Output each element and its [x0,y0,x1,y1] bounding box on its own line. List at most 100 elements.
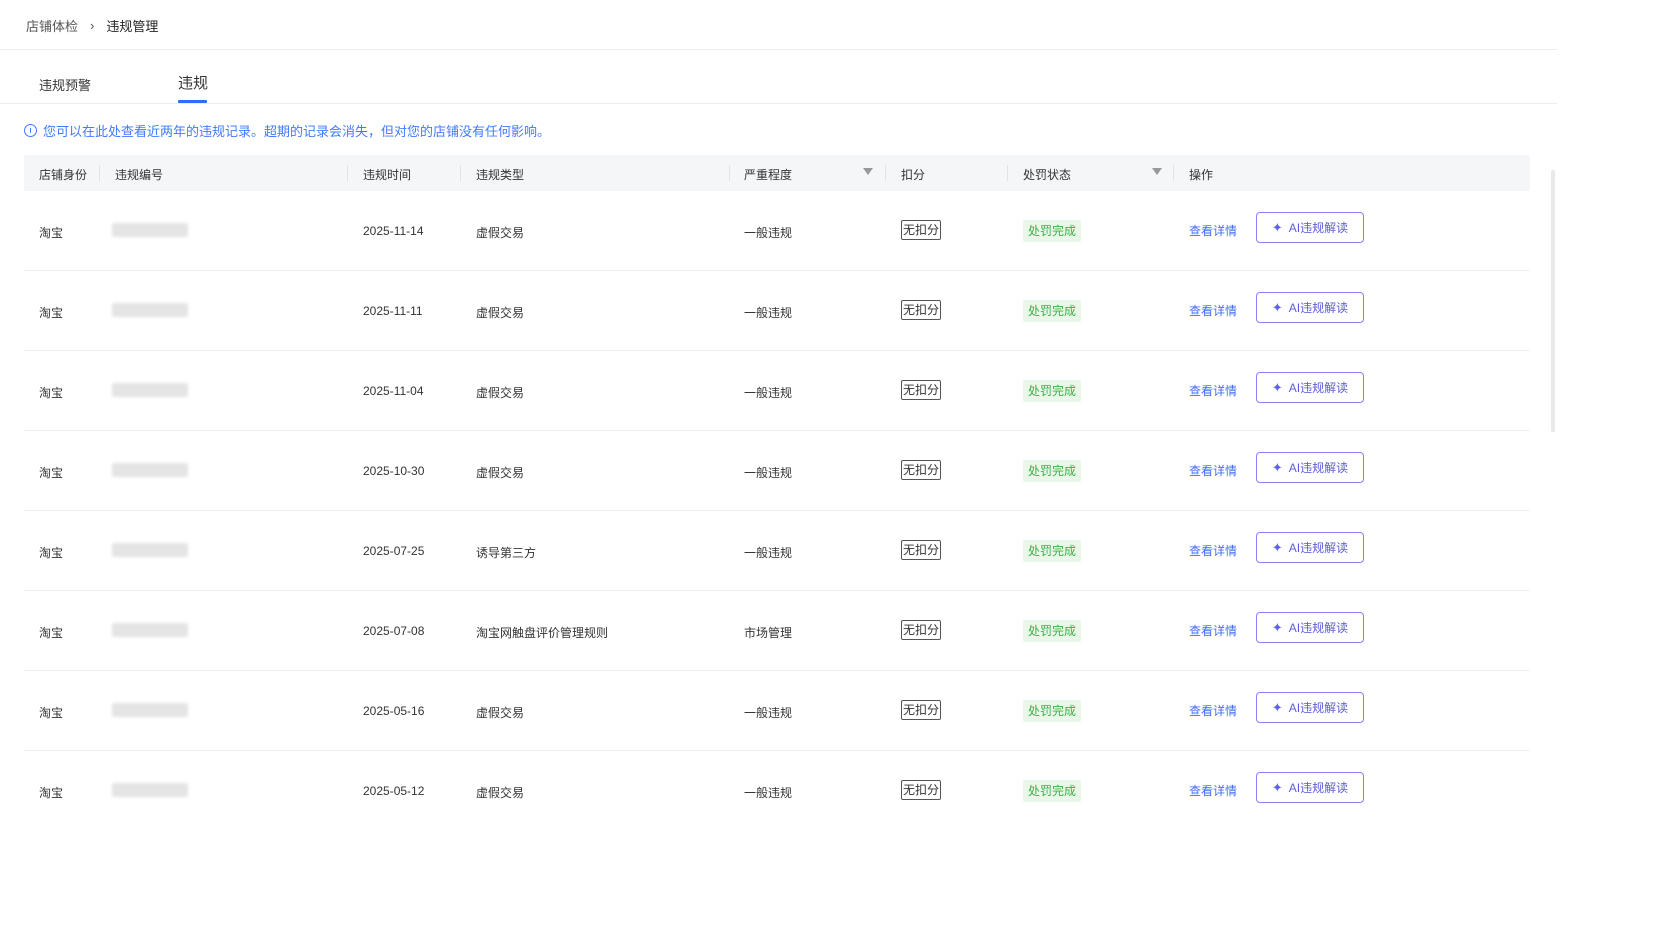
header-code: 违规编号 [115,168,164,182]
cell-time: 2025-07-08 [363,624,425,638]
ai-interpret-button[interactable]: ✦ AI违规解读 [1256,452,1364,483]
cell-type: 虚假交易 [476,386,525,400]
cell-severity: 一般违规 [744,706,793,720]
cell-type: 虚假交易 [476,706,525,720]
view-detail-link[interactable]: 查看详情 [1189,382,1237,399]
view-detail-link[interactable]: 查看详情 [1189,622,1237,639]
points-tag: 无扣分 [901,540,941,560]
cell-type: 虚假交易 [476,466,525,480]
masked-violation-code [112,703,188,717]
breadcrumb: 店铺体检 › 违规管理 [26,16,158,35]
cell-time: 2025-10-30 [363,464,425,478]
header-separator [347,165,348,181]
ai-button-label: AI违规解读 [1288,221,1349,235]
cell-identity: 淘宝 [39,706,64,720]
ai-interpret-button[interactable]: ✦ AI违规解读 [1256,532,1364,563]
points-tag: 无扣分 [901,220,941,240]
view-detail-link[interactable]: 查看详情 [1189,462,1237,479]
view-detail-link[interactable]: 查看详情 [1189,702,1237,719]
view-detail-link[interactable]: 查看详情 [1189,542,1237,559]
header-severity: 严重程度 [744,168,793,182]
cell-type: 虚假交易 [476,226,525,240]
view-detail-link[interactable]: 查看详情 [1189,302,1237,319]
table-row: 淘宝 2025-05-16 虚假交易 一般违规 无扣分 处罚完成 查看详情 ✦ A… [24,671,1530,751]
cell-severity: 一般违规 [744,466,793,480]
header-separator [729,165,730,181]
cell-identity: 淘宝 [39,226,64,240]
ai-interpret-button[interactable]: ✦ AI违规解读 [1256,292,1364,323]
ai-button-label: AI违规解读 [1288,301,1349,315]
table-row: 淘宝 2025-07-08 淘宝网触盘评价管理规则 市场管理 无扣分 处罚完成 … [24,591,1530,671]
status-badge: 处罚完成 [1023,620,1081,642]
ai-interpret-button[interactable]: ✦ AI违规解读 [1256,772,1364,803]
masked-violation-code [112,463,188,477]
status-badge: 处罚完成 [1023,780,1081,802]
table-row: 淘宝 2025-11-04 虚假交易 一般违规 无扣分 处罚完成 查看详情 ✦ A… [24,351,1530,431]
breadcrumb-parent[interactable]: 店铺体检 [26,16,78,35]
header-separator [460,165,461,181]
cell-time: 2025-05-12 [363,784,425,798]
breadcrumb-separator-icon: › [90,18,95,33]
cell-identity: 淘宝 [39,386,64,400]
cell-identity: 淘宝 [39,626,64,640]
header-action: 操作 [1189,168,1214,182]
sparkle-icon: ✦ [1271,779,1283,795]
cell-severity: 一般违规 [744,386,793,400]
header-penalty: 处罚状态 [1023,168,1072,182]
cell-severity: 市场管理 [744,626,793,640]
cell-severity: 一般违规 [744,226,793,240]
cell-type: 虚假交易 [476,786,525,800]
penalty-filter-icon[interactable] [1152,168,1162,175]
ai-interpret-button[interactable]: ✦ AI违规解读 [1256,612,1364,643]
masked-violation-code [112,543,188,557]
points-tag: 无扣分 [901,460,941,480]
status-badge: 处罚完成 [1023,380,1081,402]
status-badge: 处罚完成 [1023,300,1081,322]
points-tag: 无扣分 [901,380,941,400]
table-row: 淘宝 2025-10-30 虚假交易 一般违规 无扣分 处罚完成 查看详情 ✦ A… [24,431,1530,511]
table-header: 店铺身份 违规编号 违规时间 违规类型 严重程度 扣分 处罚状态 操作 [24,155,1530,191]
points-tag: 无扣分 [901,300,941,320]
status-badge: 处罚完成 [1023,460,1081,482]
points-tag: 无扣分 [901,780,941,800]
breadcrumb-current: 违规管理 [106,19,159,34]
notice-text: 您可以在此处查看近两年的违规记录。超期的记录会消失，但对您的店铺没有任何影响。 [43,124,551,139]
sparkle-icon: ✦ [1271,299,1283,315]
masked-violation-code [112,303,188,317]
cell-type: 淘宝网触盘评价管理规则 [476,626,609,640]
ai-interpret-button[interactable]: ✦ AI违规解读 [1256,212,1364,243]
table-row: 淘宝 2025-11-11 虚假交易 一般违规 无扣分 处罚完成 查看详情 ✦ A… [24,271,1530,351]
ai-button-label: AI违规解读 [1288,621,1349,635]
tab-violation-warning[interactable]: 违规预警 [39,75,91,94]
ai-interpret-button[interactable]: ✦ AI违规解读 [1256,692,1364,723]
header-identity: 店铺身份 [39,168,88,182]
view-detail-link[interactable]: 查看详情 [1189,222,1237,239]
info-circle-icon [24,124,37,137]
table-row: 淘宝 2025-07-25 诱导第三方 一般违规 无扣分 处罚完成 查看详情 ✦… [24,511,1530,591]
table-row: 淘宝 2025-11-14 虚假交易 一般违规 无扣分 处罚完成 查看详情 ✦ A… [24,191,1530,271]
header-type: 违规类型 [476,168,525,182]
header-separator [1173,165,1174,181]
cell-severity: 一般违规 [744,306,793,320]
status-badge: 处罚完成 [1023,220,1081,242]
masked-violation-code [112,783,188,797]
severity-filter-icon[interactable] [863,168,873,175]
header-time: 违规时间 [363,168,412,182]
cell-identity: 淘宝 [39,306,64,320]
ai-interpret-button[interactable]: ✦ AI违规解读 [1256,372,1364,403]
points-tag: 无扣分 [901,620,941,640]
violation-table: 店铺身份 违规编号 违规时间 违规类型 严重程度 扣分 处罚状态 操作 淘宝 2… [24,155,1530,831]
cell-time: 2025-05-16 [363,704,425,718]
sparkle-icon: ✦ [1271,619,1283,635]
vertical-scrollbar[interactable] [1551,170,1555,432]
ai-button-label: AI违规解读 [1288,781,1349,795]
view-detail-link[interactable]: 查看详情 [1189,782,1237,799]
ai-button-label: AI违规解读 [1288,541,1349,555]
status-badge: 处罚完成 [1023,700,1081,722]
header-separator [99,165,100,181]
header-separator [885,165,886,181]
tab-violation[interactable]: 违规 [178,72,208,93]
cell-time: 2025-11-14 [363,224,424,238]
cell-time: 2025-11-11 [363,304,423,318]
cell-identity: 淘宝 [39,786,64,800]
